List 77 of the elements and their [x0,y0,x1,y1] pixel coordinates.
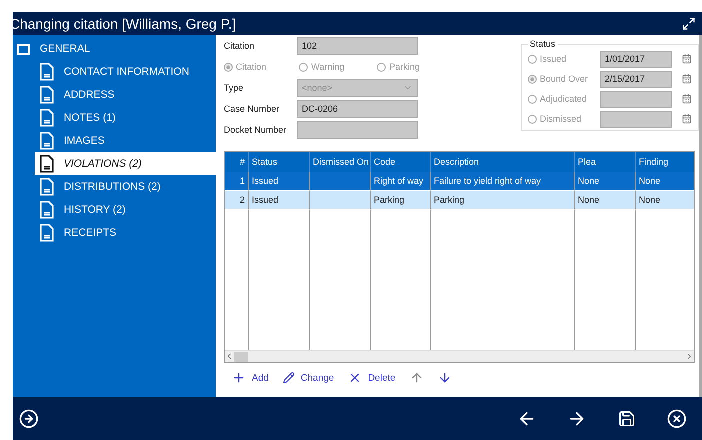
radio-option[interactable]: Parking [377,62,420,72]
sidebar-item[interactable]: ADDRESS [35,83,216,106]
arrow-down-icon [438,371,452,385]
window-icon [17,44,30,54]
calendar-icon[interactable] [682,94,692,104]
table-cell: 1 [225,172,249,191]
sidebar-item[interactable]: HISTORY (2) [35,198,216,221]
toolbar-button[interactable]: Change [282,372,334,384]
table-cell: Issued [249,191,310,210]
column-header[interactable]: # [225,152,249,172]
sidebar-item[interactable]: DISTRIBUTIONS (2) [35,175,216,198]
arrow-right-circle-icon[interactable] [19,408,39,428]
document-icon [39,86,55,104]
field-label: Case Number [224,104,281,114]
sidebar-group[interactable]: GENERAL [40,43,90,55]
column-header[interactable]: Finding [636,152,694,172]
citation-field[interactable]: 102 [297,37,418,55]
table-cell: 2 [225,191,249,210]
pencil-icon [282,372,295,384]
radio-option[interactable]: Bound Over [528,74,600,84]
sidebar-item[interactable]: IMAGES [35,129,216,152]
column-header[interactable]: Description [431,152,575,172]
calendar-icon[interactable] [682,114,692,124]
table-cell: None [575,172,636,191]
date-field[interactable]: 1/01/2017 [600,50,672,68]
table-cell: None [636,172,694,191]
radio-option[interactable]: Adjudicated [528,94,600,104]
sidebar-item[interactable]: RECEIPTS [35,221,216,244]
arrow-up-icon [410,371,424,385]
chevron-left-icon[interactable] [225,352,234,361]
chevron-right-icon[interactable] [685,352,694,361]
column-header[interactable]: Code [371,152,431,172]
document-icon [39,224,55,242]
field-label: Citation [224,41,256,51]
radio-option[interactable]: Warning [299,62,345,72]
toolbar-button[interactable]: Add [232,371,269,385]
docket-number-field[interactable] [297,121,418,139]
table-cell: Parking [371,191,431,210]
horizontal-scrollbar[interactable] [225,350,694,362]
status-group: Status Issued 1/01/2017 Bound Over 2/15/2017 Adjudicated Dismissed [521,39,699,131]
calendar-icon[interactable] [682,74,692,84]
document-icon [39,200,55,218]
table-cell: Right of way [371,172,431,191]
document-icon [39,132,55,150]
field-label: Type [224,83,245,93]
plus-icon [232,371,246,385]
up-button[interactable] [410,371,424,385]
table-cell: None [636,191,694,210]
case-number-field[interactable]: DC-0206 [297,100,418,118]
scrollbar-thumb[interactable] [234,352,248,362]
column-header[interactable]: Plea [575,152,636,172]
column-header[interactable]: Dismissed On [310,152,371,172]
expand-icon[interactable] [682,16,696,30]
toolbar-button[interactable]: Delete [348,371,396,385]
table-cell: None [575,191,636,210]
calendar-icon[interactable] [682,54,692,64]
field-label: Docket Number [224,125,288,135]
document-icon [39,178,55,196]
sidebar-item[interactable]: VIOLATIONS (2) [35,152,216,175]
table-cell: Failure to yield right of way [431,172,575,191]
sidebar-item[interactable]: NOTES (1) [35,106,216,129]
date-field[interactable] [600,90,672,108]
table-cell: Parking [431,191,575,210]
table-cell: Issued [249,172,310,191]
sidebar-item[interactable]: CONTACT INFORMATION [35,60,216,83]
date-field[interactable]: 2/15/2017 [600,70,672,88]
radio-option[interactable]: Dismissed [528,114,600,124]
radio-option[interactable]: Citation [224,62,267,72]
column-header[interactable]: Status [249,152,310,172]
date-field[interactable] [600,110,672,128]
document-icon [39,62,55,80]
close-icon [667,408,687,428]
document-icon [39,154,55,172]
radio-option[interactable]: Issued [528,54,600,64]
document-icon [39,108,55,126]
down-button[interactable] [438,371,452,385]
save-icon [618,410,636,428]
